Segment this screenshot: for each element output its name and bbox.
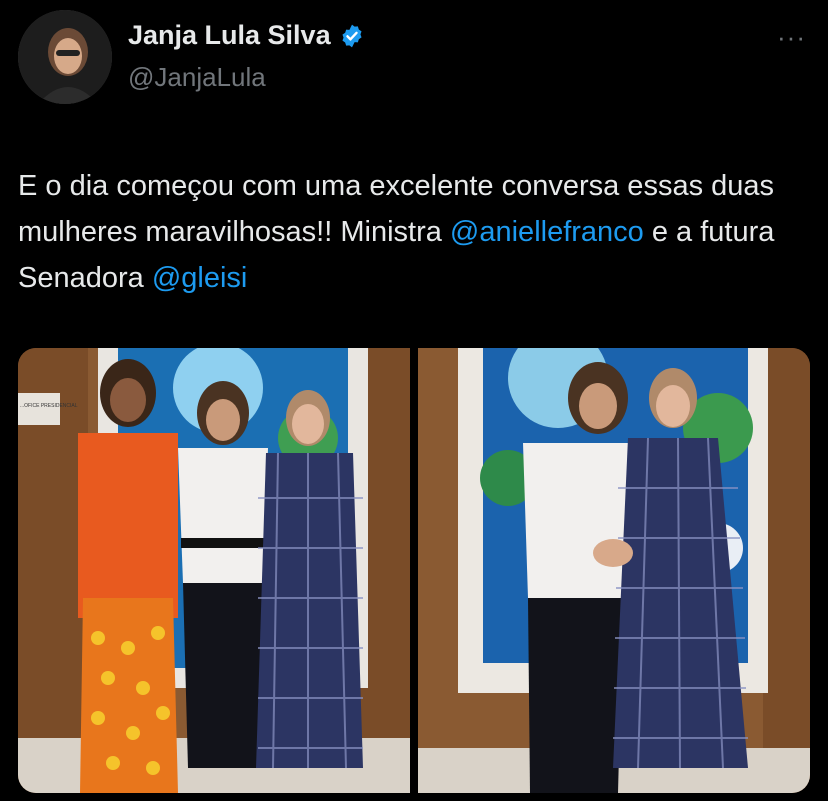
mention-link-gleisi[interactable]: @gleisi — [152, 262, 248, 294]
avatar-image — [18, 10, 112, 104]
avatar[interactable] — [18, 10, 112, 104]
author-name-row[interactable]: Janja Lula Silva — [128, 20, 365, 51]
photo-image-left: ...OFICE PRESIDENCIAL — [18, 348, 410, 793]
display-name[interactable]: Janja Lula Silva — [128, 20, 331, 51]
photo-image-right — [418, 348, 810, 793]
photo-three-women[interactable]: ...OFICE PRESIDENCIAL — [18, 348, 410, 793]
author-handle[interactable]: @JanjaLula — [128, 62, 266, 93]
mention-link-aniellefranco[interactable]: @aniellefranco — [450, 216, 644, 248]
tweet-text: E o dia começou com uma excelente conver… — [18, 163, 808, 301]
more-options-icon[interactable]: ··· — [777, 22, 806, 53]
photo-two-women-holding-hands[interactable] — [418, 348, 810, 793]
media-grid: ...OFICE PRESIDENCIAL — [18, 348, 810, 793]
sign-text: ...OFICE PRESIDENCIAL — [20, 403, 78, 409]
verified-badge-icon — [342, 24, 362, 47]
